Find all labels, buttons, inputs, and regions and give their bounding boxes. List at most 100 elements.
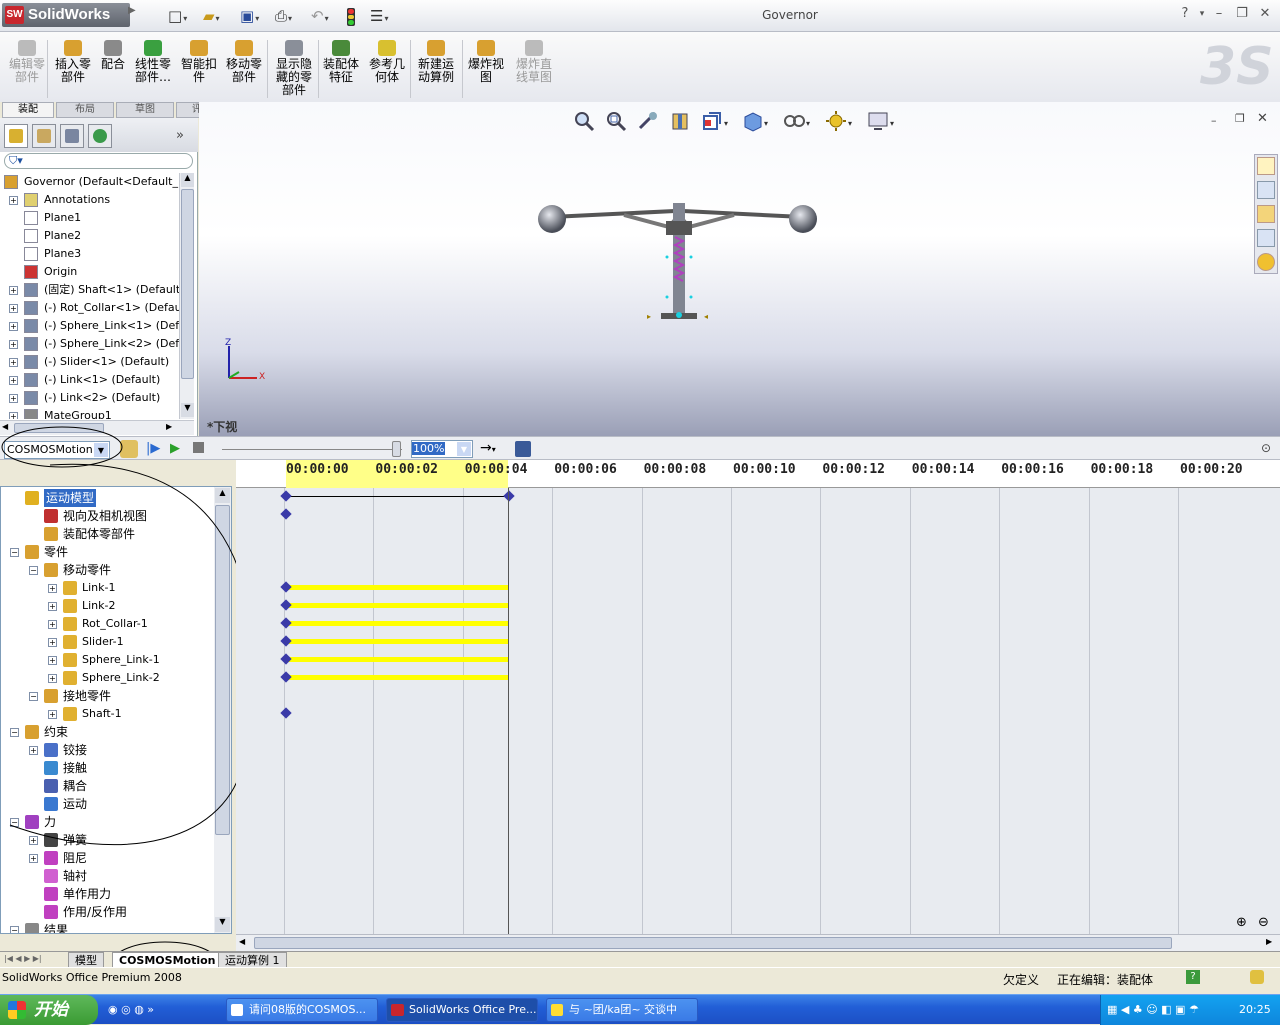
apply-scene-icon[interactable]: ▾ (825, 110, 852, 132)
tree-expand-icon[interactable]: + (9, 412, 18, 419)
ribbon-move-component-button[interactable]: 移动零 部件 (222, 40, 266, 100)
ribbon-exploded-view-button[interactable]: 爆炸视 图 (466, 40, 506, 100)
tree-expand-icon[interactable]: + (9, 376, 18, 385)
tree-scrollbar[interactable]: ▲ ▼ (179, 173, 194, 419)
task-chat[interactable]: 与 ~团/ka团~ 交谈中 (546, 998, 698, 1022)
time-end-keyframe[interactable] (503, 490, 515, 502)
print-icon[interactable]: ⎙▾ (275, 6, 292, 26)
ribbon-assembly-feature-button[interactable]: 装配体 特征 (320, 40, 362, 100)
restore-button[interactable]: ❐ (1232, 6, 1252, 21)
timeline-header[interactable]: 00:00:00 00:00:02 00:00:04 00:00:06 00:00:08… (236, 460, 1280, 488)
save-animation-icon[interactable] (515, 441, 531, 457)
tree-item[interactable]: + (-) Rot_Collar<1> (Default) (0, 299, 179, 317)
motion-bar[interactable] (286, 603, 508, 608)
tree-item[interactable]: + (-) Slider<1> (Default) (0, 353, 179, 371)
tree-item[interactable]: Plane3 (0, 245, 179, 263)
time-start-keyframe[interactable] (280, 490, 292, 502)
graphics-area[interactable]: ▾ ▾ ▾ ▾ ▾ – ❐ ✕ ▸ ◂ Z X *下视 (199, 102, 1280, 436)
part-keyframe[interactable] (280, 635, 292, 647)
solidworks-logo[interactable]: SW SolidWorks (2, 3, 130, 27)
tree-item[interactable]: Plane1 (0, 209, 179, 227)
tree-item[interactable]: + (固定) Shaft<1> (Default) (0, 281, 179, 299)
ribbon-smart-fastener-button[interactable]: 智能扣 件 (180, 40, 218, 100)
tree-expand-icon[interactable]: + (9, 304, 18, 313)
view-palette-icon[interactable] (1257, 229, 1275, 247)
motion-bar[interactable] (286, 675, 508, 680)
ribbon-insert-component-button[interactable]: 插入零 部件 (52, 40, 94, 100)
part-keyframe[interactable] (280, 581, 292, 593)
motion-bar[interactable] (286, 585, 508, 590)
ribbon-show-hidden-button[interactable]: 显示隐 藏的零 部件 (272, 40, 316, 100)
property-manager-tab[interactable] (32, 124, 56, 148)
timeline-hscrollbar[interactable]: ◀ ▶ (236, 934, 1280, 951)
motion-bar[interactable] (286, 639, 508, 644)
tree-expand-icon[interactable]: + (9, 340, 18, 349)
tab-motion-study-1[interactable]: 运动算例 1 (218, 952, 287, 968)
ribbon-mate-button[interactable]: 配合 (98, 40, 128, 100)
tab-nav-arrows-icon[interactable]: |◀ ◀ ▶ ▶| (4, 954, 42, 963)
hide-show-items-icon[interactable]: ▾ (783, 110, 810, 132)
timeline[interactable]: 00:00:00 00:00:02 00:00:04 00:00:06 00:00:08… (236, 460, 1280, 934)
ribbon-new-motion-study-button[interactable]: 新建运 动算例 (414, 40, 458, 100)
options-icon[interactable]: ☰▾ (370, 6, 388, 26)
open-folder-icon[interactable]: ▰▾ (203, 6, 220, 26)
scroll-down-icon[interactable]: ▼ (181, 403, 194, 417)
expand-panel-icon[interactable]: » (176, 128, 184, 143)
appearances-icon[interactable] (1257, 253, 1275, 271)
slider-thumb[interactable] (392, 441, 401, 457)
rebuild-traffic-light-icon[interactable] (347, 6, 355, 26)
tree-expand-icon[interactable]: + (9, 394, 18, 403)
display-style-icon[interactable]: ▾ (741, 110, 768, 132)
tree-expand-icon[interactable]: + (9, 286, 18, 295)
status-tag-icon[interactable] (1250, 970, 1264, 984)
zoom-in-icon[interactable]: ⊕ (1236, 915, 1247, 930)
scroll-thumb[interactable] (181, 189, 194, 379)
tl-scroll-right-icon[interactable]: ▶ (1266, 937, 1272, 946)
appearance-tab[interactable] (88, 124, 112, 148)
ribbon-reference-geometry-button[interactable]: 参考几 何体 (366, 40, 408, 100)
new-file-icon[interactable]: □▾ (168, 6, 187, 26)
part-keyframe[interactable] (280, 653, 292, 665)
task-browser[interactable]: 请问08版的COSMOS... (226, 998, 378, 1022)
governor-model[interactable]: ▸ ◂ (529, 197, 829, 327)
filter-icon[interactable]: ⛉▾ (4, 153, 193, 169)
ribbon-linear-pattern-button[interactable]: 线性零 部件… (130, 40, 176, 100)
time-bar[interactable] (508, 488, 509, 934)
home-icon[interactable] (1257, 157, 1275, 175)
start-button[interactable]: 开始 (0, 995, 98, 1025)
part-keyframe[interactable] (280, 671, 292, 683)
part-keyframe[interactable] (280, 599, 292, 611)
tree-item[interactable]: + (-) Sphere_Link<2> (Defaul (0, 335, 179, 353)
close-button[interactable]: ✕ (1255, 6, 1275, 21)
zoom-chevron-icon[interactable]: ▼ (457, 442, 471, 456)
tree-item[interactable]: Origin (0, 263, 179, 281)
section-view-icon[interactable] (669, 110, 691, 132)
zoom-out-icon[interactable]: ⊖ (1258, 915, 1269, 930)
playback-mode-icon[interactable]: →▾ (480, 440, 496, 456)
tree-expand-icon[interactable]: + (9, 322, 18, 331)
tree-item[interactable]: Plane2 (0, 227, 179, 245)
part-keyframe[interactable] (280, 617, 292, 629)
tab-model[interactable]: 模型 (68, 952, 104, 968)
file-explorer-icon[interactable] (1257, 205, 1275, 223)
tree-expand-icon[interactable]: + (9, 196, 18, 205)
configuration-tab[interactable] (60, 124, 84, 148)
tl-scroll-thumb[interactable] (254, 937, 1172, 949)
motion-bar[interactable] (286, 621, 508, 626)
tab-2[interactable]: 草图 (116, 102, 174, 118)
collapse-motion-icon[interactable]: ⊙ (1261, 441, 1271, 455)
part-keyframe[interactable] (280, 707, 292, 719)
tree-item[interactable]: + MateGroup1 (0, 407, 179, 419)
status-help-icon[interactable]: ? (1186, 970, 1200, 984)
design-library-icon[interactable] (1257, 181, 1275, 199)
save-icon[interactable]: ▣▾ (240, 6, 259, 26)
scroll-up-icon[interactable]: ▲ (181, 173, 194, 187)
view-settings-icon[interactable]: ▾ (867, 110, 894, 132)
ribbon-explode-line-sketch-button[interactable]: 爆炸直 线草图 (512, 40, 556, 100)
tree-item[interactable]: + (-) Link<2> (Default) (0, 389, 179, 407)
zoom-select[interactable]: 100% ▼ (411, 440, 473, 458)
zoom-to-fit-icon[interactable] (573, 110, 595, 132)
quick-launch-icons[interactable]: ◉ ◎ ◍ » (108, 1003, 154, 1016)
tab-0[interactable]: 装配 (2, 102, 54, 118)
minimize-button[interactable]: – (1209, 6, 1229, 21)
